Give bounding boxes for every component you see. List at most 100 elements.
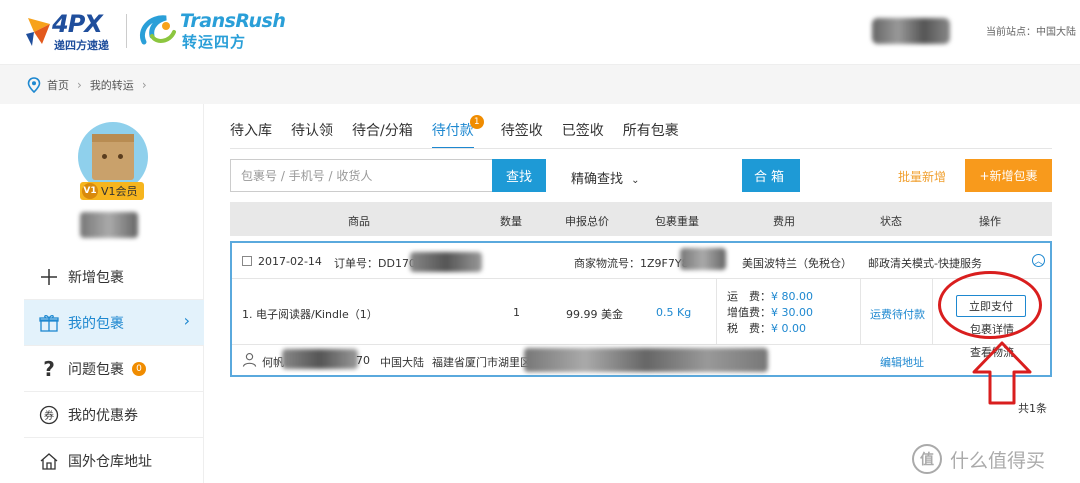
merge-box-button[interactable]: 合箱	[742, 159, 800, 192]
edit-address-link[interactable]: 编辑地址	[880, 354, 924, 370]
transrush-swirl-icon	[140, 15, 176, 45]
breadcrumb: 首页 › 我的转运 ›	[26, 77, 155, 93]
breadcrumb-home[interactable]: 首页	[47, 77, 69, 93]
tabs-divider	[230, 148, 1052, 149]
watermark: 值 什么值得买	[912, 444, 1045, 474]
watermark-logo-icon: 值	[912, 444, 942, 474]
warehouse-name: 美国波特兰（免税仓）	[742, 257, 852, 270]
fee-line: 运 费：¥ 80.00	[727, 289, 813, 305]
chevron-right-icon: ›	[77, 78, 82, 92]
4px-logo[interactable]: 4PX 递四方速递	[24, 10, 124, 52]
sidebar-item-label: 我的优惠券	[68, 407, 138, 424]
tab-all-packages[interactable]: 所有包裹	[623, 120, 679, 149]
person-icon	[242, 353, 257, 367]
fee-amount: ¥ 30.00	[771, 306, 813, 319]
tab-pending-claim[interactable]: 待认领	[291, 120, 333, 149]
chevron-down-icon: ⌄	[631, 175, 640, 186]
tab-signed[interactable]: 已签收	[562, 120, 604, 149]
address-redacted	[524, 348, 768, 372]
order-date: 2017-02-14	[258, 255, 322, 268]
member-badge: V1 V1会员	[80, 182, 144, 200]
transrush-logo[interactable]: TransRush 转运四方	[136, 10, 286, 51]
order-item-row: 1. 电子阅读器/Kindle（1） 1 99.99 美金 0.5 Kg 运 费…	[232, 279, 1050, 345]
4px-logo-mark-icon	[26, 18, 50, 46]
collapse-chevron-up-icon[interactable]: ︿	[1032, 254, 1045, 267]
service-type: 邮政清关模式-快捷服务	[868, 257, 982, 270]
4px-logo-subtext: 递四方速递	[54, 39, 109, 52]
declared-value: 99.99 美金	[566, 308, 623, 321]
sidebar-menu: 新增包裹 我的包裹 ? 问题包裹 0 券 我的优惠券 国外仓库地址	[24, 254, 204, 483]
fee-label: 税 费：	[727, 322, 771, 335]
recipient-phone-suffix: 70	[356, 354, 370, 367]
box-mascot-icon	[92, 134, 134, 180]
breadcrumb-bar: 首页 › 我的转运 ›	[0, 64, 1080, 104]
col-header-actions: 操作	[979, 215, 1001, 228]
col-header-fees: 费用	[773, 215, 795, 228]
sidebar-item-label: 我的包裹	[68, 315, 124, 332]
header: 4PX 递四方速递 TransRush 转运四方 当前站点：中国大陆	[0, 0, 1080, 64]
tab-pending-signature[interactable]: 待签收	[501, 120, 543, 149]
order-number: 订单号：DD170	[334, 257, 416, 270]
total-count: 共1条	[1018, 402, 1047, 415]
order-checkbox[interactable]	[242, 256, 252, 266]
col-header-declared: 申报总价	[565, 215, 609, 228]
col-header-quantity: 数量	[500, 215, 522, 228]
sidebar-item-problem-packages[interactable]: ? 问题包裹 0	[24, 346, 204, 391]
payment-status[interactable]: 运费待付款	[870, 306, 925, 322]
column-divider	[860, 279, 861, 345]
current-site-label[interactable]: 当前站点：中国大陆	[986, 23, 1076, 38]
order-address-row: 何帆 70 中国大陆 福建省厦门市湖里区 编辑地址 查看物流	[232, 345, 1050, 375]
package-weight: 0.5 Kg	[656, 306, 692, 319]
sidebar-item-label: 新增包裹	[68, 269, 124, 286]
col-header-weight: 包裹重量	[655, 215, 699, 228]
exact-search-label: 精确查找	[571, 172, 624, 187]
fee-amount: ¥ 0.00	[771, 322, 806, 335]
chevron-right-icon: ›	[141, 78, 147, 92]
column-divider	[716, 279, 717, 345]
question-icon: ?	[43, 356, 55, 381]
tab-label: 待付款	[431, 123, 474, 139]
recipient-address: 福建省厦门市湖里区	[432, 356, 531, 369]
sidebar-item-label: 国外仓库地址	[68, 453, 152, 470]
tab-pending-payment[interactable]: 待付款 1	[431, 115, 484, 149]
recipient-phone-redacted	[282, 349, 358, 369]
batch-add-link[interactable]: 批量新增	[898, 168, 946, 185]
order-number-redacted	[410, 252, 482, 272]
problem-count-badge: 0	[132, 361, 146, 376]
fee-label: 增值费：	[727, 306, 771, 319]
home-icon	[38, 450, 60, 472]
tab-pending-inbound[interactable]: 待入库	[230, 120, 272, 149]
search-button[interactable]: 查找	[492, 159, 546, 192]
status-tabs: 待入库 待认领 待合/分箱 待付款 1 待签收 已签收 所有包裹	[230, 115, 698, 149]
sidebar-item-overseas-warehouse[interactable]: 国外仓库地址	[24, 438, 204, 483]
sidebar-item-coupons[interactable]: 券 我的优惠券	[24, 392, 204, 437]
fee-label: 运 费：	[727, 290, 771, 303]
logo-divider	[126, 14, 127, 48]
exact-search-dropdown[interactable]: 精确查找 ⌄	[571, 168, 640, 187]
member-name-redacted	[80, 212, 138, 238]
breadcrumb-current[interactable]: 我的转运	[90, 77, 134, 93]
table-header: 商品 数量 申报总价 包裹重量 费用 状态 操作	[230, 202, 1052, 236]
item-quantity: 1	[513, 306, 520, 319]
fee-amount: ¥ 80.00	[771, 290, 813, 303]
add-package-button[interactable]: +新增包裹	[965, 159, 1052, 192]
search-input[interactable]: 包裹号 / 手机号 / 收货人	[230, 159, 492, 192]
recipient-name: 何帆	[262, 356, 284, 369]
plus-icon	[38, 266, 60, 288]
coupon-icon: 券	[38, 404, 60, 426]
gift-icon	[38, 312, 60, 334]
red-annotation-circle	[938, 271, 1042, 339]
item-name: 1. 电子阅读器/Kindle（1）	[242, 308, 378, 321]
transrush-logo-text: TransRush	[180, 10, 286, 32]
member-badge-label: V1会员	[101, 185, 138, 198]
vip-level-icon: V1	[82, 183, 98, 199]
sidebar-item-add-package[interactable]: 新增包裹	[24, 254, 204, 299]
username-redacted[interactable]	[872, 18, 950, 44]
svg-text:券: 券	[44, 409, 54, 422]
tab-pending-merge-split[interactable]: 待合/分箱	[352, 120, 413, 149]
tracking-number-redacted	[680, 248, 726, 270]
fee-breakdown: 运 费：¥ 80.00 增值费：¥ 30.00 税 费：¥ 0.00	[727, 289, 813, 337]
sidebar-item-my-packages[interactable]: 我的包裹	[24, 300, 204, 345]
recipient-country: 中国大陆	[380, 356, 424, 369]
col-header-item: 商品	[348, 215, 370, 228]
